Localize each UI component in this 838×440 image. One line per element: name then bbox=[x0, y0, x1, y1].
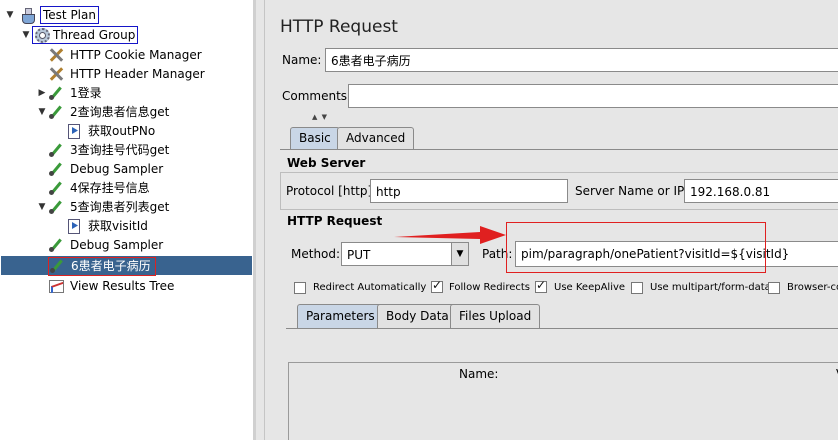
multipart-form-data-checkbox[interactable] bbox=[631, 282, 643, 294]
chart-icon bbox=[48, 278, 64, 294]
flask-icon bbox=[20, 7, 36, 24]
method-selected-value: PUT bbox=[347, 248, 371, 262]
tree-node-query-patient[interactable]: ▼ 2查询患者信息get bbox=[36, 103, 171, 121]
http-request-panel: HTTP Request Name: 6患者电子病历 Comments: ▲ ▼… bbox=[256, 0, 838, 440]
method-label: Method: bbox=[291, 247, 341, 261]
dropper-icon bbox=[48, 142, 64, 158]
thread-group-box: Thread Group bbox=[32, 26, 139, 44]
tree-node-extract-outpno[interactable]: 获取outPNo bbox=[66, 122, 157, 140]
server-name-field[interactable]: 192.168.0.81 bbox=[684, 179, 838, 203]
tree-node-label: Test Plan bbox=[40, 6, 99, 24]
tree-node-label: 2查询患者信息get bbox=[70, 105, 170, 119]
tools-icon bbox=[48, 66, 64, 82]
tree-node-label: Debug Sampler bbox=[70, 162, 164, 176]
tab-parameters[interactable]: Parameters bbox=[297, 304, 384, 329]
tab-underline bbox=[280, 149, 838, 150]
tree-node-query-patient-list[interactable]: ▼ 5查询患者列表get bbox=[36, 198, 171, 216]
tree-node-thread-group[interactable]: ▼ Thread Group bbox=[20, 26, 139, 44]
tree-node-label: 6患者电子病历 bbox=[71, 259, 151, 273]
web-server-title: Web Server bbox=[287, 156, 366, 170]
tree-node-save-registration[interactable]: 4保存挂号信息 bbox=[36, 179, 152, 197]
dropper-icon bbox=[48, 237, 64, 253]
expand-toggle-icon[interactable]: ▼ bbox=[4, 10, 16, 20]
tab-files-upload[interactable]: Files Upload bbox=[450, 304, 541, 328]
dropper-icon bbox=[48, 85, 64, 101]
protocol-label: Protocol [http]: bbox=[286, 184, 377, 198]
tree-node-debug-sampler-1[interactable]: Debug Sampler bbox=[36, 160, 165, 178]
tree-node-debug-sampler-2[interactable]: Debug Sampler bbox=[36, 236, 165, 254]
tree-node-login[interactable]: ▶ 1登录 bbox=[36, 84, 104, 102]
tree-node-label: 4保存挂号信息 bbox=[70, 181, 150, 195]
dropper-icon bbox=[49, 258, 65, 274]
tools-icon bbox=[48, 47, 64, 63]
name-field[interactable]: 6患者电子病历 bbox=[325, 48, 838, 72]
tree-node-test-plan[interactable]: ▼ Test Plan bbox=[4, 6, 99, 24]
expand-toggle-icon[interactable]: ▶ bbox=[36, 88, 48, 98]
browser-compatible-label: Browser-co bbox=[787, 282, 838, 293]
protocol-field[interactable]: http bbox=[370, 179, 568, 203]
use-keepalive-checkbox[interactable] bbox=[535, 278, 547, 293]
dropper-icon bbox=[48, 161, 64, 177]
dropper-icon bbox=[48, 180, 64, 196]
extractor-icon bbox=[66, 218, 82, 234]
selected-node-annotation-box: 6患者电子病历 bbox=[48, 256, 156, 276]
expand-toggle-icon[interactable]: ▼ bbox=[20, 30, 32, 40]
tab-advanced[interactable]: Advanced bbox=[337, 127, 415, 149]
column-header-name[interactable]: Name: bbox=[459, 367, 498, 381]
tab-basic[interactable]: Basic bbox=[290, 127, 340, 149]
browser-compatible-checkbox[interactable] bbox=[768, 282, 780, 294]
tree-node-label: Debug Sampler bbox=[70, 238, 164, 252]
multipart-form-data-label: Use multipart/form-data bbox=[650, 282, 771, 293]
panel-title: HTTP Request bbox=[280, 17, 398, 37]
parameters-table[interactable]: Name: V bbox=[288, 362, 838, 440]
server-name-label: Server Name or IP: bbox=[575, 184, 689, 198]
comments-label: Comments: bbox=[282, 89, 352, 103]
tree-node-label: HTTP Header Manager bbox=[70, 67, 205, 81]
tree-node-cookie-manager[interactable]: HTTP Cookie Manager bbox=[36, 46, 204, 64]
follow-redirects-checkbox[interactable] bbox=[431, 278, 443, 293]
tree-node-extract-visitid[interactable]: 获取visitId bbox=[66, 217, 150, 235]
tree-node-label: 3查询挂号代码get bbox=[70, 143, 170, 157]
gear-icon bbox=[34, 27, 50, 43]
tree-node-label: 获取visitId bbox=[88, 219, 148, 233]
test-plan-tree[interactable]: ▼ Test Plan ▼ Thread Group HTTP Cookie M… bbox=[0, 0, 254, 440]
tree-node-label: Thread Group bbox=[53, 28, 136, 42]
dropper-icon bbox=[48, 199, 64, 215]
name-label: Name: bbox=[282, 53, 322, 67]
tree-node-query-code[interactable]: 3查询挂号代码get bbox=[36, 141, 171, 159]
tree-node-label: HTTP Cookie Manager bbox=[70, 48, 202, 62]
tree-node-view-results-tree[interactable]: View Results Tree bbox=[36, 277, 176, 295]
use-keepalive-label: Use KeepAlive bbox=[554, 282, 626, 293]
follow-redirects-label: Follow Redirects bbox=[449, 282, 530, 293]
tree-node-label: View Results Tree bbox=[70, 279, 175, 293]
comments-field[interactable] bbox=[348, 84, 838, 108]
expand-toggle-icon[interactable]: ▼ bbox=[36, 107, 48, 117]
collapse-arrows-icon[interactable]: ▲ ▼ bbox=[312, 113, 328, 121]
panel-divider bbox=[264, 0, 265, 440]
expand-toggle-icon[interactable]: ▼ bbox=[36, 202, 48, 212]
tree-node-label: 1登录 bbox=[70, 86, 102, 100]
dropper-icon bbox=[48, 104, 64, 120]
http-request-title: HTTP Request bbox=[287, 214, 383, 228]
redirect-automatically-checkbox[interactable] bbox=[294, 282, 306, 294]
annotation-arrow-icon bbox=[394, 226, 506, 244]
tree-node-header-manager[interactable]: HTTP Header Manager bbox=[36, 65, 207, 83]
extractor-icon bbox=[66, 123, 82, 139]
tree-node-label: 获取outPNo bbox=[88, 124, 156, 138]
redirect-automatically-label: Redirect Automatically bbox=[313, 282, 427, 293]
tab-body-data[interactable]: Body Data bbox=[377, 304, 458, 328]
tree-node-patient-emr[interactable]: 6患者电子病历 bbox=[36, 256, 156, 276]
subtab-underline bbox=[286, 328, 838, 329]
path-annotation-box bbox=[506, 222, 766, 273]
tree-node-label: 5查询患者列表get bbox=[70, 200, 170, 214]
